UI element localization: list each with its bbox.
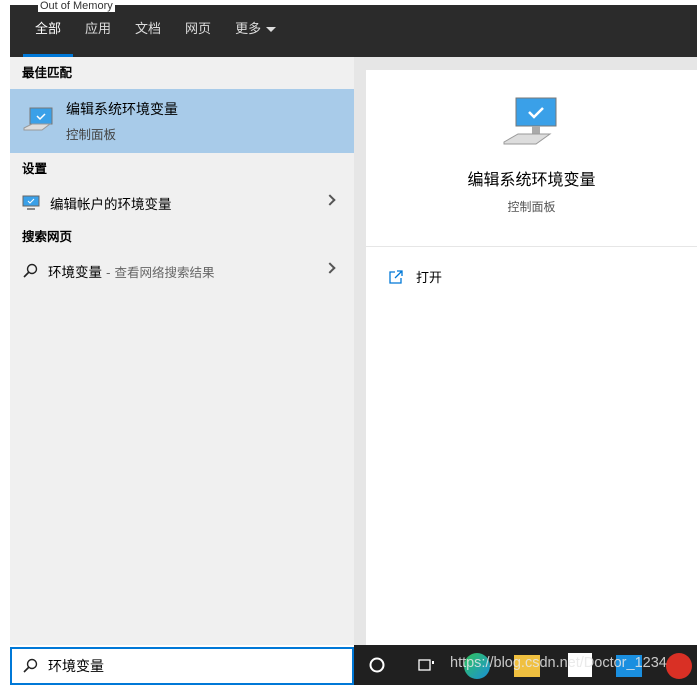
task-view-icon[interactable] — [417, 657, 435, 673]
search-panel: 全部 应用 文档 网页 更多 最佳匹配 编辑系统环境变量 控制面板 设置 编辑帐… — [10, 5, 697, 645]
open-label: 打开 — [416, 271, 443, 286]
monitor-icon — [22, 195, 40, 210]
settings-item[interactable]: 编辑帐户的环境变量 — [10, 185, 354, 221]
best-match-item[interactable]: 编辑系统环境变量 控制面板 — [10, 89, 354, 153]
section-heading: 设置 — [22, 161, 48, 176]
tab-web[interactable]: 网页 — [173, 5, 223, 57]
web-suffix: - 查看网络搜索结果 — [102, 265, 215, 280]
tab-all[interactable]: 全部 — [23, 5, 74, 57]
filter-tabs: 全部 应用 文档 网页 更多 — [10, 5, 697, 57]
computer-icon — [503, 97, 556, 145]
computer-icon — [23, 107, 53, 131]
watermark: https://blog.csdn.net/Doctor_1234 — [450, 655, 667, 671]
tab-documents[interactable]: 文档 — [123, 5, 173, 57]
search-box[interactable] — [10, 647, 354, 685]
search-icon — [23, 658, 38, 673]
results-list: 最佳匹配 编辑系统环境变量 控制面板 设置 编辑帐户的环境变量 搜索网页 环境变… — [10, 57, 354, 645]
tab-more[interactable]: 更多 — [223, 5, 288, 57]
web-query: 环境变量 — [48, 265, 102, 281]
tab-more-label: 更多 — [235, 22, 262, 37]
open-icon — [389, 269, 403, 284]
tab-apps[interactable]: 应用 — [73, 5, 123, 57]
app-icon[interactable] — [666, 653, 692, 679]
detail-pane: 编辑系统环境变量 控制面板 打开 — [366, 70, 697, 645]
web-search-item[interactable]: 环境变量 - 查看网络搜索结果 — [10, 253, 354, 289]
chevron-right-icon[interactable] — [324, 194, 336, 206]
background-text: Out of Memory — [38, 0, 115, 12]
open-action[interactable]: 打开 — [366, 247, 697, 286]
caret-down-icon — [266, 27, 277, 32]
chevron-right-icon[interactable] — [324, 262, 336, 274]
search-icon — [23, 263, 38, 278]
detail-subtitle: 控制面板 — [507, 200, 556, 214]
settings-item-label: 编辑帐户的环境变量 — [50, 197, 172, 213]
best-match-subtitle: 控制面板 — [66, 127, 117, 142]
detail-title: 编辑系统环境变量 — [467, 170, 596, 189]
search-input[interactable] — [48, 658, 298, 674]
best-match-title: 编辑系统环境变量 — [66, 102, 178, 118]
cortana-icon[interactable] — [369, 657, 385, 673]
section-heading: 搜索网页 — [22, 229, 73, 244]
section-heading: 最佳匹配 — [22, 65, 73, 80]
